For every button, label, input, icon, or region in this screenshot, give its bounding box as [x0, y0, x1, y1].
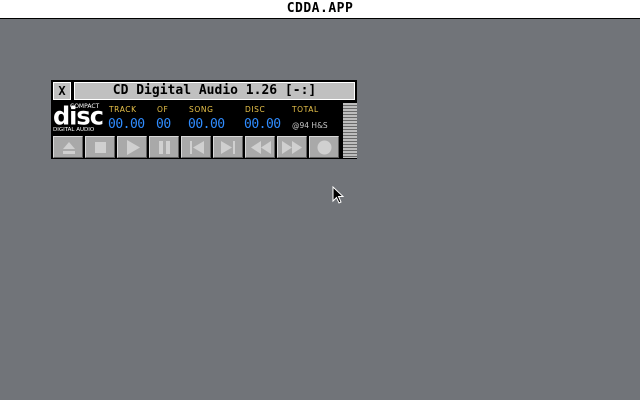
- display-panel: disc COMPACT DIGITAL AUDIO TRACK OF SONG…: [52, 102, 341, 135]
- song-time: 00.00: [188, 117, 225, 132]
- play-icon: [127, 140, 140, 155]
- stop-button[interactable]: [85, 136, 115, 158]
- fast-forward-button[interactable]: [277, 136, 307, 158]
- disc-label: DISC: [245, 105, 266, 114]
- close-button[interactable]: X: [53, 82, 71, 100]
- of-count: 00: [156, 117, 171, 132]
- rewind-icon: [251, 141, 271, 154]
- disc-time: 00.00: [244, 117, 281, 132]
- close-icon: X: [58, 84, 66, 98]
- eject-button[interactable]: [53, 136, 83, 158]
- logo-compact-text: COMPACT: [70, 103, 100, 110]
- play-button[interactable]: [117, 136, 147, 158]
- record-icon: [317, 140, 332, 155]
- volume-slider[interactable]: [342, 103, 357, 158]
- record-button[interactable]: [309, 136, 339, 158]
- pause-button[interactable]: [149, 136, 179, 158]
- logo-digital-audio-text: DIGITAL AUDIO: [53, 127, 95, 133]
- credit-text: @94 H&S: [292, 121, 328, 130]
- compact-disc-logo: disc COMPACT DIGITAL AUDIO: [53, 102, 104, 135]
- eject-icon: [63, 142, 75, 154]
- pause-icon: [159, 141, 170, 154]
- song-label: SONG: [189, 105, 214, 114]
- next-track-button[interactable]: [213, 136, 243, 158]
- cd-player-window: X CD Digital Audio 1.26 [-:] disc COMPAC…: [51, 80, 357, 159]
- rewind-button[interactable]: [245, 136, 275, 158]
- stop-icon: [95, 142, 106, 153]
- window-title[interactable]: CD Digital Audio 1.26 [-:]: [74, 82, 355, 100]
- fast-forward-icon: [282, 141, 302, 154]
- previous-track-icon: [190, 141, 204, 154]
- title-bar[interactable]: X CD Digital Audio 1.26 [-:]: [52, 81, 356, 102]
- track-time: 00.00: [108, 117, 145, 132]
- previous-track-button[interactable]: [181, 136, 211, 158]
- total-label: TOTAL: [292, 105, 319, 114]
- transport-controls: [52, 136, 341, 158]
- of-label: OF: [157, 105, 169, 114]
- app-title: CDDA.APP: [286, 1, 354, 16]
- track-label: TRACK: [109, 105, 137, 114]
- next-track-icon: [221, 141, 235, 154]
- menu-bar: CDDA.APP: [0, 0, 640, 19]
- mouse-pointer-icon: [332, 186, 345, 204]
